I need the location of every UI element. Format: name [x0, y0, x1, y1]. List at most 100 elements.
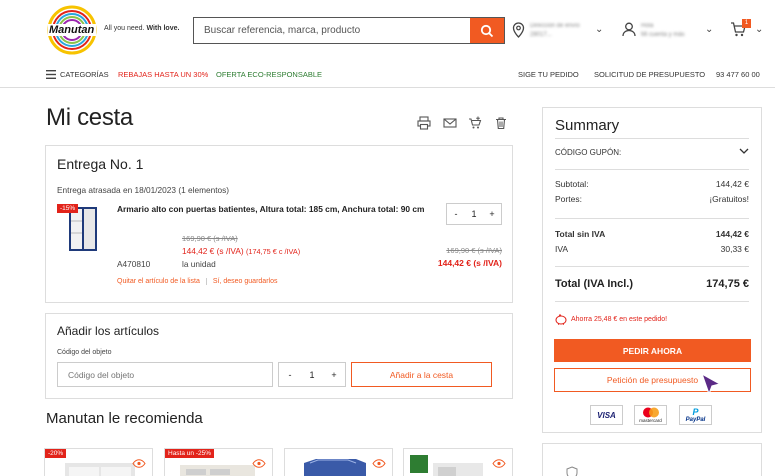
summary-divider [555, 266, 749, 267]
account-menu[interactable]: Hola Mi cuenta y más [641, 22, 685, 40]
increment-button[interactable]: + [483, 209, 501, 219]
recommendation-badge: Hasta un -25% [165, 449, 214, 458]
main-nav: CATEGORÍAS REBAJAS HASTA UN 30% OFERTA E… [0, 62, 775, 88]
nav-eco-offer[interactable]: OFERTA ECO-RESPONSABLE [216, 70, 322, 79]
grand-total-row: Total (IVA Incl.) 174,75 € [555, 278, 749, 290]
item-quantity-value[interactable]: 1 [465, 209, 483, 219]
search-icon [480, 24, 494, 37]
visa-logo: VISA [590, 405, 623, 425]
paypal-text: PayPal [685, 417, 706, 423]
shipping-value: ¡Gratuitos! [709, 194, 749, 204]
grand-total-value: 174,75 € [706, 278, 749, 290]
site-header: Manutan All you need. With love. Direcci… [0, 0, 775, 62]
location-pin-icon[interactable] [512, 22, 525, 38]
summary-divider [555, 169, 749, 170]
search-bar [193, 17, 505, 44]
location-line-2: 28017... [530, 32, 552, 38]
user-icon[interactable] [622, 22, 636, 37]
summary-divider [555, 218, 749, 219]
delivery-location[interactable]: Dirección de envío 28017... [530, 22, 580, 40]
cart-chevron-down-icon[interactable]: ⌄ [755, 24, 763, 35]
savings-text: Ahorra 25,48 € en este pedido! [571, 316, 668, 323]
decrement-button[interactable]: - [447, 209, 465, 219]
recommend-title: Manutan le recomienda [46, 410, 203, 427]
iva-label: IVA [555, 244, 569, 254]
nav-sales[interactable]: REBAJAS HASTA UN 30% [118, 70, 208, 79]
unit-label: la unidad [182, 259, 216, 269]
tagline-bold: With love. [146, 25, 180, 32]
iva-row: IVA 30,33 € [555, 244, 749, 254]
quick-view-icon[interactable] [252, 459, 266, 468]
delivery-card: Entrega No. 1 Entrega atrasada en 18/01/… [45, 145, 513, 303]
print-icon[interactable] [417, 116, 431, 130]
mastercard-circles-icon [642, 407, 659, 418]
account-line-1: Hola [641, 23, 654, 29]
grand-total-label: Total (IVA Incl.) [555, 278, 634, 290]
subtotal-label: Subtotal: [555, 179, 589, 189]
nav-quote-request[interactable]: SOLICITUD DE PRESUPUESTO [594, 70, 705, 79]
add-items-title: Añadir los artículos [57, 324, 160, 338]
add-to-cart-icon[interactable] [468, 116, 482, 130]
coupon-toggle[interactable]: CÓDIGO GUPÓN: [555, 148, 749, 157]
location-line-1: Dirección de envío [530, 23, 580, 29]
quick-view-icon[interactable] [372, 459, 386, 468]
cursor-pointer-icon [701, 373, 722, 396]
nav-phone[interactable]: 93 477 60 00 [716, 70, 760, 79]
recommendation-image [180, 465, 255, 476]
nav-categories[interactable]: CATEGORÍAS [60, 70, 109, 79]
quick-view-icon[interactable] [492, 459, 506, 468]
summary-panel: Summary CÓDIGO GUPÓN: Subtotal: 144,42 € … [542, 107, 762, 433]
product-name[interactable]: Armario alto con puertas batientes, Altu… [117, 204, 424, 214]
search-input[interactable] [194, 18, 470, 43]
unit-price-excl: 144,42 € (s /IVA) [182, 246, 244, 256]
total-excl-label: Total sin IVA [555, 229, 606, 239]
add-increment-button[interactable]: + [323, 370, 345, 380]
coupon-label: CÓDIGO GUPÓN: [555, 148, 622, 157]
delivery-info: Entrega atrasada en 18/01/2023 (1 elemen… [57, 185, 230, 195]
trash-icon[interactable] [494, 116, 508, 130]
add-quantity-value[interactable]: 1 [301, 370, 323, 380]
summary-divider [555, 301, 749, 302]
line-total: 144,42 € (s /IVA) [437, 258, 502, 268]
mastercard-text: mastercard [639, 418, 662, 423]
tagline: All you need. With love. [104, 25, 179, 32]
add-quantity-stepper: - 1 + [278, 362, 346, 387]
shield-icon [566, 466, 578, 476]
recommendation-image [304, 459, 366, 476]
hamburger-menu-icon[interactable] [46, 70, 56, 79]
item-code-field[interactable] [57, 362, 273, 387]
piggy-bank-icon [555, 314, 567, 325]
recommendation-card[interactable]: Hasta un -25% [164, 448, 273, 476]
remove-item-link[interactable]: Quitar el artículo de la lista [117, 278, 200, 285]
item-code-input[interactable] [58, 363, 272, 386]
product-image[interactable]: -15% [57, 203, 101, 253]
order-now-button[interactable]: PEDIR AHORA [554, 339, 751, 362]
save-for-later-link[interactable]: Sí, deseo guardarlos [213, 278, 278, 285]
add-items-card: Añadir los artículos Código del objeto -… [45, 313, 513, 399]
nav-track-order[interactable]: SIGE TU PEDIDO [518, 70, 579, 79]
location-chevron-down-icon[interactable]: ⌄ [595, 24, 603, 35]
shipping-row: Portes: ¡Gratuitos! [555, 194, 749, 204]
cart-count-badge: 1 [742, 19, 751, 28]
account-chevron-down-icon[interactable]: ⌄ [705, 24, 713, 35]
add-decrement-button[interactable]: - [279, 370, 301, 380]
page-title: Mi cesta [46, 104, 133, 131]
paypal-logo: P PayPal [679, 405, 712, 425]
recommendation-card[interactable]: -20% [44, 448, 153, 476]
recommendation-image [65, 463, 135, 476]
quick-view-icon[interactable] [132, 459, 146, 468]
email-icon[interactable] [443, 116, 457, 130]
search-button[interactable] [470, 18, 504, 43]
unit-price: 144,42 € (s /IVA) (174,75 € c /IVA) [182, 246, 300, 256]
add-to-cart-button[interactable]: Añadir a la cesta [351, 362, 492, 387]
product-ref: A470810 [117, 259, 151, 269]
item-actions: Quitar el artículo de la lista Sí, deseo… [117, 278, 277, 285]
recommendation-card[interactable] [403, 448, 513, 476]
logo-text: Manutan [49, 24, 95, 36]
secondary-panel [542, 443, 762, 476]
total-excl-row: Total sin IVA 144,42 € [555, 229, 749, 239]
shipping-label: Portes: [555, 194, 582, 204]
manutan-logo[interactable]: Manutan [44, 4, 100, 56]
recommendation-card[interactable] [284, 448, 393, 476]
tagline-plain: All you need. [104, 25, 145, 32]
